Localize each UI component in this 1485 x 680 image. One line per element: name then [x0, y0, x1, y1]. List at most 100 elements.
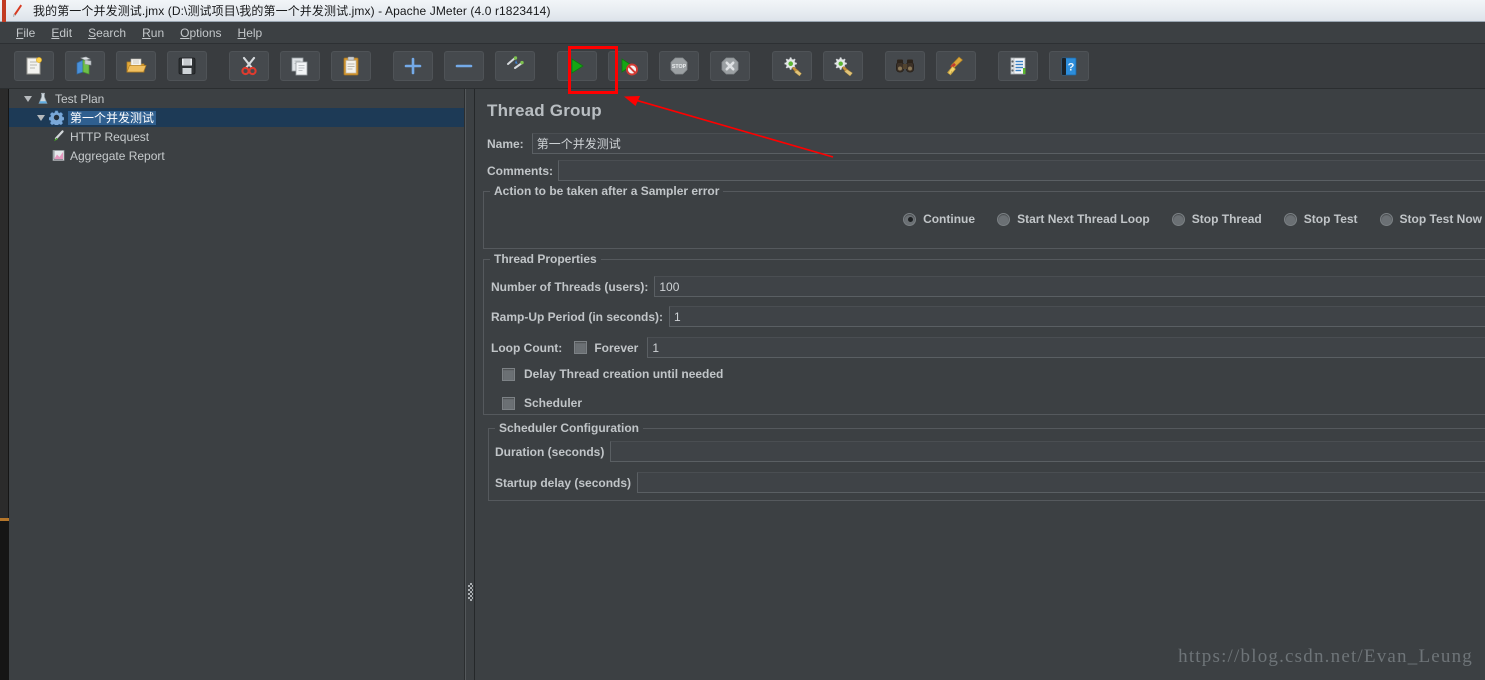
scheduler-checkbox[interactable]: Scheduler [502, 396, 582, 410]
toggle-button[interactable] [495, 51, 535, 81]
radio-stop-test-now[interactable]: Stop Test Now [1379, 212, 1482, 226]
sampler-error-legend: Action to be taken after a Sampler error [490, 184, 724, 198]
menu-file[interactable]: File [8, 24, 43, 42]
splitter-grip[interactable] [468, 583, 473, 601]
tree-node-http-request[interactable]: HTTP Request [9, 127, 464, 146]
menu-edit[interactable]: Edit [43, 24, 80, 42]
tree-node-aggregate-report[interactable]: Aggregate Report [9, 146, 464, 165]
loop-count-row: Loop Count: Forever [491, 337, 1485, 358]
tree-node-test-plan[interactable]: Test Plan [9, 89, 464, 108]
function-helper-button[interactable] [998, 51, 1038, 81]
stop-button[interactable]: STOP [659, 51, 699, 81]
expand-all-button[interactable] [393, 51, 433, 81]
start-no-pauses-button[interactable] [608, 51, 648, 81]
open-folder-icon [126, 58, 147, 73]
open-button[interactable] [116, 51, 156, 81]
thread-group-icon [48, 110, 64, 126]
tree-node-thread-group[interactable]: 第一个并发测试 [9, 108, 464, 127]
collapse-all-button[interactable] [444, 51, 484, 81]
scheduler-label: Scheduler [524, 396, 583, 410]
radio-start-next-thread-loop[interactable]: Start Next Thread Loop [997, 212, 1150, 226]
loop-count-input[interactable] [647, 337, 1485, 358]
thread-properties-group: Thread Properties Number of Threads (use… [483, 252, 1485, 415]
expand-toggle-icon[interactable] [34, 114, 48, 121]
clear-button[interactable] [772, 51, 812, 81]
loop-count-label: Loop Count: [491, 340, 563, 355]
forever-checkbox[interactable]: Forever [574, 341, 638, 355]
copy-button[interactable] [280, 51, 320, 81]
duration-input[interactable] [610, 441, 1485, 462]
name-row: Name: [487, 133, 1485, 154]
radio-stop-test[interactable]: Stop Test [1283, 212, 1358, 226]
expand-toggle-icon[interactable] [21, 95, 35, 102]
menu-run[interactable]: Run [134, 24, 172, 42]
radio-label: Continue [923, 212, 976, 226]
clipboard-icon [343, 56, 359, 76]
clear-all-button[interactable] [823, 51, 863, 81]
aggregate-report-icon [50, 148, 66, 164]
save-button[interactable] [167, 51, 207, 81]
tree-node-label: Test Plan [55, 91, 105, 106]
radio-button-icon[interactable] [1171, 212, 1185, 226]
rampup-row: Ramp-Up Period (in seconds): [491, 306, 1485, 327]
jmeter-window: 我的第一个并发测试.jmx (D:\测试项目\我的第一个并发测试.jmx) - … [0, 0, 1485, 680]
menu-options[interactable]: Options [172, 24, 229, 42]
sampler-error-group: Action to be taken after a Sampler error… [483, 184, 1485, 249]
new-button[interactable] [14, 51, 54, 81]
svg-text:?: ? [1068, 62, 1075, 74]
left-edge-strip-lower [0, 521, 9, 680]
start-button[interactable] [557, 51, 597, 81]
save-floppy-icon [178, 57, 196, 75]
thread-properties-legend: Thread Properties [490, 252, 601, 266]
checkbox-icon[interactable] [502, 396, 515, 410]
radio-button-icon[interactable] [1379, 212, 1393, 226]
scissors-icon [241, 56, 257, 76]
radio-continue[interactable]: Continue [903, 212, 975, 226]
help-button[interactable]: ? [1049, 51, 1089, 81]
threads-label: Number of Threads (users): [491, 279, 649, 294]
delay-thread-creation-checkbox[interactable]: Delay Thread creation until needed [502, 367, 723, 381]
radio-button-icon[interactable] [997, 212, 1011, 226]
scheduler-configuration-legend: Scheduler Configuration [495, 421, 644, 435]
checkbox-icon[interactable] [502, 367, 515, 381]
radio-button-icon[interactable] [903, 212, 917, 226]
search-button[interactable] [885, 51, 925, 81]
tree-node-label: Aggregate Report [70, 148, 165, 163]
play-no-pause-icon [621, 58, 638, 76]
checkbox-icon[interactable] [574, 341, 588, 354]
new-document-icon [26, 57, 42, 75]
rampup-input[interactable] [669, 306, 1485, 327]
radio-stop-thread[interactable]: Stop Thread [1171, 212, 1262, 226]
window-titlebar: 我的第一个并发测试.jmx (D:\测试项目\我的第一个并发测试.jmx) - … [0, 0, 1485, 22]
shutdown-x-icon [721, 57, 739, 75]
tree-node-label: 第一个并发测试 [68, 110, 157, 125]
cut-button[interactable] [229, 51, 269, 81]
reset-search-button[interactable] [936, 51, 976, 81]
name-input[interactable] [531, 133, 1485, 154]
test-plan-tree[interactable]: Test Plan 第一个并发测试 HTTP Request Aggregate… [9, 89, 465, 680]
copy-pages-icon [291, 57, 308, 76]
broom-gears-icon [834, 57, 853, 77]
left-edge-strip [0, 89, 9, 680]
menu-search[interactable]: Search [80, 24, 134, 42]
templates-icon [76, 56, 92, 75]
toggle-pencil-icon [507, 56, 524, 69]
templates-button[interactable] [65, 51, 105, 81]
paste-button[interactable] [331, 51, 371, 81]
green-play-icon [571, 58, 584, 74]
page-title: Thread Group [487, 101, 602, 120]
gear-broom-icon [784, 57, 802, 77]
threads-input[interactable] [654, 276, 1485, 297]
comments-input[interactable] [558, 160, 1485, 181]
rampup-label: Ramp-Up Period (in seconds): [491, 309, 664, 324]
name-label: Name: [487, 136, 524, 151]
threads-row: Number of Threads (users): [491, 276, 1485, 297]
duration-row: Duration (seconds) [495, 441, 1485, 462]
titlebar-accent [2, 0, 6, 22]
shutdown-button[interactable] [710, 51, 750, 81]
radio-button-icon[interactable] [1283, 212, 1297, 226]
panel-splitter[interactable] [465, 89, 475, 680]
startup-delay-input[interactable] [637, 472, 1485, 493]
radio-label: Stop Test [1303, 212, 1358, 226]
menu-help[interactable]: Help [230, 24, 271, 42]
